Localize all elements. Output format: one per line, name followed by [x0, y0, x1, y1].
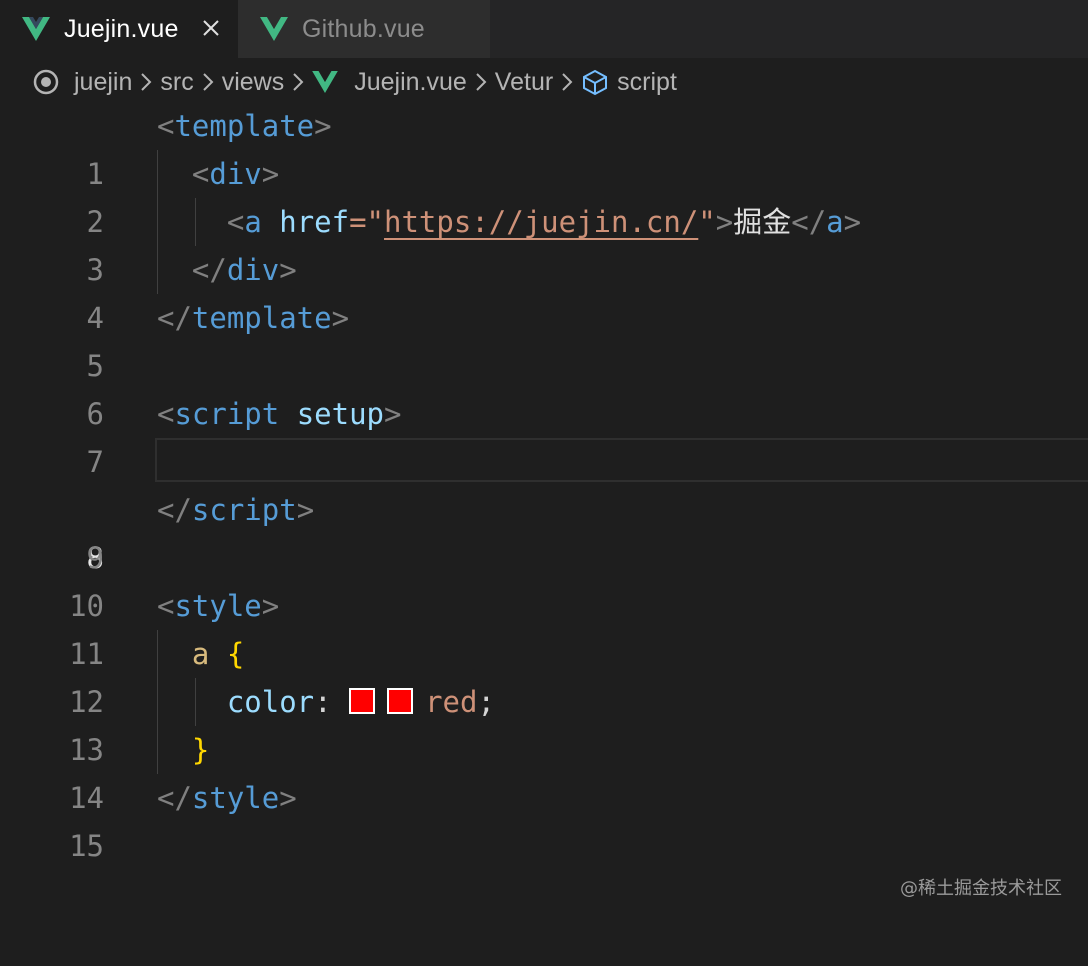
code-text: <style> [157, 589, 280, 623]
code-line: 12 a { [0, 630, 1088, 719]
code-text: a { [191, 637, 245, 671]
root-folder-icon [33, 69, 59, 95]
code-text: <a href="https://juejin.cn/">掘金</a> [226, 205, 862, 239]
code-text: </style> [157, 781, 297, 815]
code-editor[interactable]: 1 <template> 2 <div> 3 <a href="https://… [0, 102, 1088, 863]
code-line: 1 <template> [0, 102, 1088, 191]
code-text: } [191, 733, 210, 767]
code-line: 11 <style> [0, 582, 1088, 671]
breadcrumb-label: src [160, 67, 194, 96]
breadcrumb-item-script[interactable]: script [581, 68, 677, 97]
code-line: 3 <a href="https://juejin.cn/">掘金</a> [0, 198, 1088, 287]
breadcrumb-label: Juejin.vue [354, 67, 467, 96]
editor-tab-bar: Juejin.vue Github.vue [0, 0, 1088, 58]
line-number: 15 [69, 829, 104, 863]
code-line: 15 </style> [0, 774, 1088, 863]
code-text: color: red; [226, 685, 495, 719]
chevron-right-icon [140, 72, 152, 92]
url-link[interactable]: https://juejin.cn/ [384, 205, 698, 239]
code-line: 2 <div> [0, 150, 1088, 239]
code-text: <div> [191, 157, 280, 191]
breadcrumb: juejin src views Juejin.vue Vetur script [0, 60, 1088, 104]
breadcrumb-item-juejin-vue[interactable]: Juejin.vue [312, 68, 467, 97]
breadcrumb-label: views [221, 67, 285, 96]
breadcrumb-item-juejin[interactable]: juejin [32, 68, 132, 97]
tab-github-vue[interactable]: Github.vue [238, 0, 490, 58]
code-line: 9 </script> [0, 486, 1088, 575]
tab-label: Juejin.vue [64, 14, 179, 43]
tab-juejin-vue[interactable]: Juejin.vue [0, 0, 238, 58]
chevron-right-icon [475, 72, 487, 92]
code-line-current[interactable]: 8 [0, 438, 1088, 575]
code-text: </script> [157, 493, 315, 527]
color-swatch[interactable] [349, 688, 376, 714]
breadcrumb-label: Vetur [494, 67, 554, 96]
code-line: 7 <script setup> [0, 390, 1088, 479]
code-line: 14 } [0, 726, 1088, 815]
code-line: 6 [0, 342, 1088, 431]
breadcrumb-label: juejin [74, 67, 133, 96]
breadcrumb-item-views[interactable]: views [222, 68, 285, 97]
vue-file-icon [22, 17, 50, 41]
tab-label: Github.vue [302, 14, 425, 43]
code-text: </div> [191, 253, 297, 287]
code-line: 13 color: red; [0, 678, 1088, 767]
current-line-highlight [155, 438, 1088, 482]
code-line: 5 </template> [0, 294, 1088, 383]
cube-icon [583, 69, 608, 96]
color-swatch[interactable] [387, 688, 414, 714]
breadcrumb-item-vetur[interactable]: Vetur [495, 68, 553, 97]
code-line: 4 </div> [0, 246, 1088, 335]
code-text: <script setup> [157, 397, 402, 431]
chevron-right-icon [561, 72, 573, 92]
breadcrumb-item-src[interactable]: src [160, 68, 193, 97]
close-icon[interactable] [196, 13, 226, 43]
vue-file-icon [260, 17, 288, 41]
code-text: </template> [157, 301, 350, 335]
vue-file-icon [312, 71, 339, 93]
code-text: <template> [157, 109, 332, 143]
watermark: @稀土掘金技术社区 [900, 878, 1062, 899]
code-line: 10 [0, 534, 1088, 623]
chevron-right-icon [202, 72, 214, 92]
chevron-right-icon [292, 72, 304, 92]
breadcrumb-label: script [617, 67, 677, 96]
